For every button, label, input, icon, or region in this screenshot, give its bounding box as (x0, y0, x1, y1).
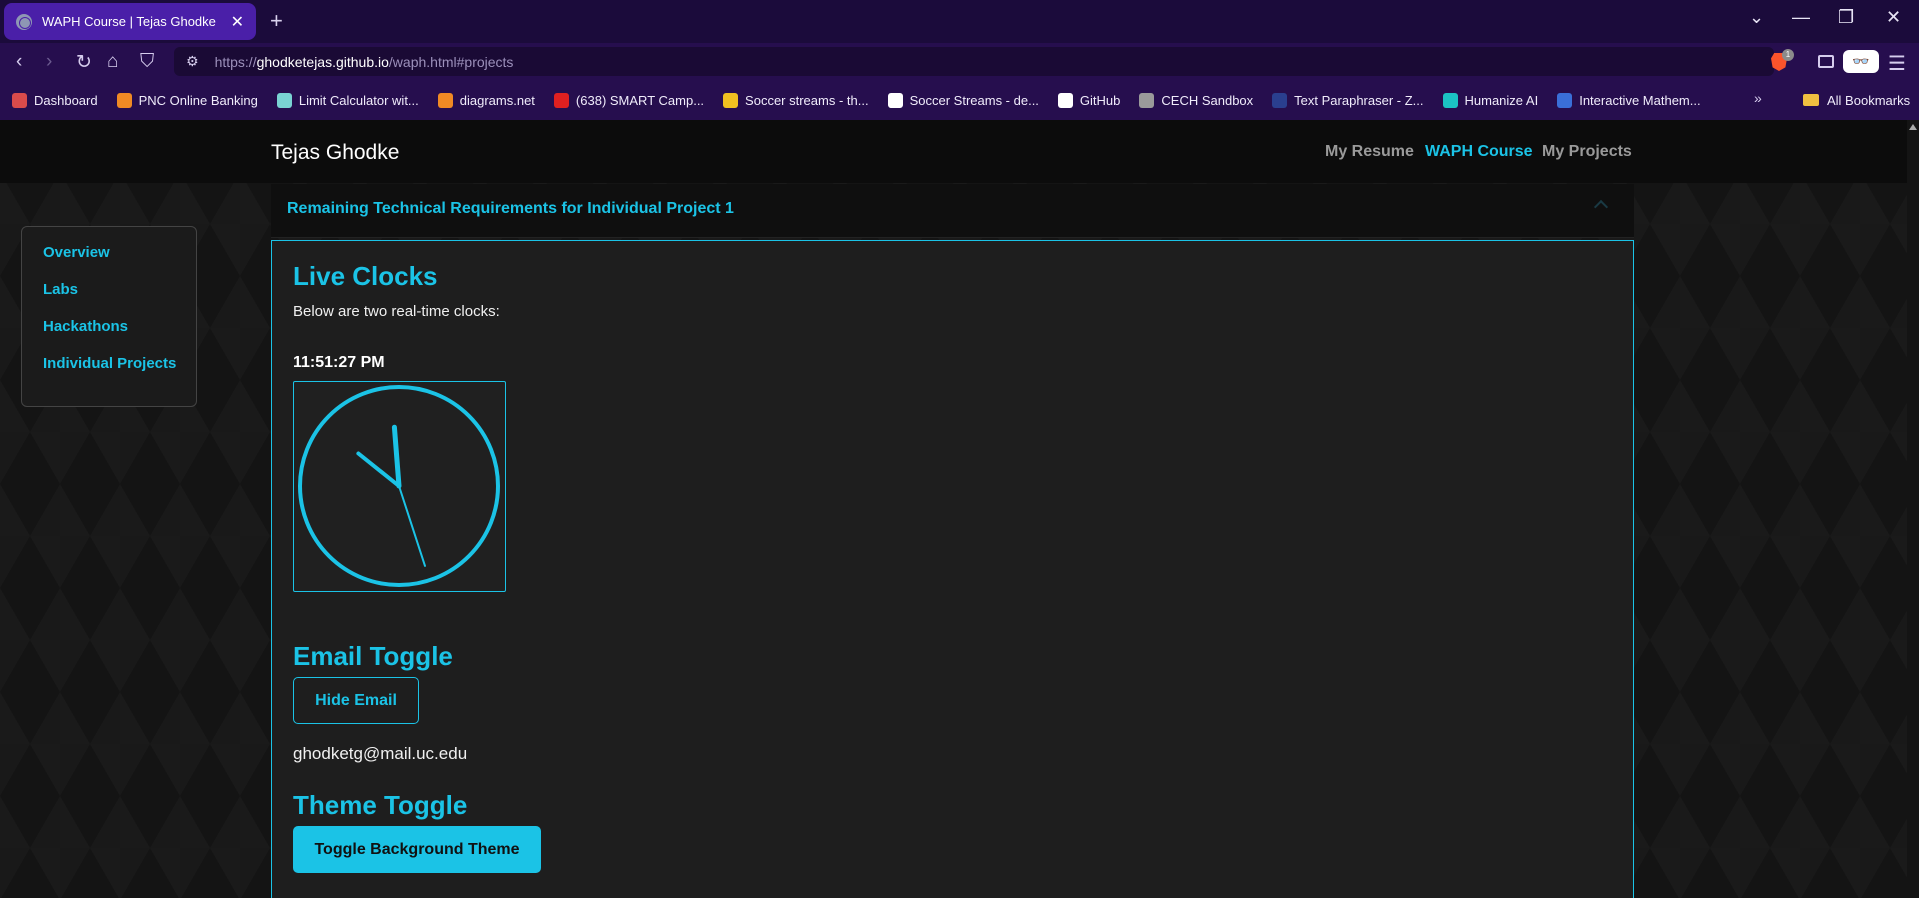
bookmark-favicon-icon (437, 92, 453, 108)
home-icon[interactable]: ⌂ (107, 51, 118, 73)
sidebar-toggle-icon[interactable] (1818, 55, 1834, 68)
menu-icon[interactable]: ☰ (1888, 51, 1906, 76)
close-window-icon[interactable]: ✕ (1886, 7, 1901, 28)
site-brand[interactable]: Tejas Ghodke (271, 141, 399, 165)
site-header: Tejas Ghodke My Resume WAPH Course My Pr… (0, 120, 1907, 183)
bookmark-label: Soccer Streams - de... (909, 92, 1039, 108)
nav-my-projects[interactable]: My Projects (1542, 143, 1632, 161)
more-bookmarks-icon[interactable]: » (1754, 90, 1762, 106)
bookmark-favicon-icon (276, 92, 292, 108)
bookmark-item[interactable]: CECH Sandbox (1139, 92, 1254, 108)
browser-tab-bar: WAPH Course | Tejas Ghodke ✕ + ⌄ — ❐ ✕ (0, 0, 1919, 43)
bookmark-label: Limit Calculator wit... (298, 92, 419, 108)
folder-icon (1803, 94, 1819, 106)
address-bar-row: ‹ › ↻ ⌂ ⛉ ⚙ https://ghodketejas.github.i… (0, 43, 1919, 80)
page-scrollbar[interactable] (1907, 120, 1919, 898)
sidebar-item-hackathons[interactable]: Hackathons (43, 318, 196, 355)
section-sidebar: Overview Labs Hackathons Individual Proj… (21, 226, 197, 407)
page-viewport: Tejas Ghodke My Resume WAPH Course My Pr… (0, 120, 1919, 898)
minimize-icon[interactable]: — (1792, 7, 1810, 28)
bookmark-label: (638) SMART Camp... (575, 92, 705, 108)
digital-clock: 11:51:27 PM (293, 354, 385, 371)
clock-face-graphic (298, 385, 500, 587)
bookmark-item[interactable]: PNC Online Banking (116, 92, 258, 108)
bookmark-favicon-icon (1139, 92, 1155, 108)
tab-search-icon[interactable]: ⌄ (1749, 7, 1764, 28)
bookmark-favicon-icon (1057, 92, 1073, 108)
all-bookmarks-button[interactable]: All Bookmarks (1803, 80, 1910, 120)
clocks-description: Below are two real-time clocks: (293, 303, 500, 320)
sidebar-item-individual-projects[interactable]: Individual Projects (43, 355, 196, 392)
back-icon[interactable]: ‹ (16, 51, 22, 73)
all-bookmarks-label: All Bookmarks (1827, 92, 1911, 108)
bookmark-label: Humanize AI (1464, 92, 1539, 108)
bookmark-label: Dashboard (34, 92, 98, 108)
restore-icon[interactable]: ❐ (1838, 7, 1854, 28)
bookmark-item[interactable]: Humanize AI (1442, 92, 1539, 108)
hide-email-button[interactable]: Hide Email (293, 677, 419, 724)
bookmark-item[interactable]: Soccer streams - th... (723, 92, 869, 108)
globe-icon (16, 13, 32, 30)
accordion-header[interactable]: Remaining Technical Requirements for Ind… (271, 184, 1634, 238)
url-text: https://ghodketejas.github.io/waph.html#… (214, 53, 514, 70)
bookmark-favicon-icon (1442, 92, 1458, 108)
bookmark-label: Soccer streams - th... (745, 92, 869, 108)
bookmark-item[interactable]: Interactive Mathem... (1557, 92, 1701, 108)
active-tab[interactable]: WAPH Course | Tejas Ghodke ✕ (4, 3, 256, 40)
bookmark-label: CECH Sandbox (1161, 92, 1254, 108)
bookmark-favicon-icon (1557, 92, 1573, 108)
tab-title: WAPH Course | Tejas Ghodke (42, 14, 216, 29)
bookmark-item[interactable]: Limit Calculator wit... (276, 92, 419, 108)
bookmark-favicon-icon (12, 92, 27, 108)
bookmark-icon[interactable]: ⛉ (140, 51, 154, 73)
hour-hand (391, 424, 402, 489)
bookmark-label: Interactive Mathem... (1579, 92, 1701, 108)
shields-count-badge: 1 (1782, 49, 1794, 61)
bookmark-label: Text Paraphraser - Z... (1294, 92, 1424, 108)
theme-toggle-heading: Theme Toggle (293, 790, 468, 820)
forward-icon[interactable]: › (46, 51, 52, 73)
accordion-title: Remaining Technical Requirements for Ind… (287, 200, 734, 217)
minute-hand (356, 451, 401, 488)
bookmark-favicon-icon (553, 92, 569, 108)
bookmark-label: diagrams.net (459, 92, 535, 108)
bookmark-item[interactable]: Text Paraphraser - Z... (1272, 92, 1424, 108)
bookmark-label: GitHub (1079, 92, 1121, 108)
email-toggle-heading: Email Toggle (293, 641, 453, 671)
bookmark-favicon-icon (723, 92, 739, 108)
nav-my-resume[interactable]: My Resume (1325, 143, 1414, 161)
bookmark-item[interactable]: (638) SMART Camp... (553, 92, 705, 108)
bookmark-item[interactable]: Dashboard (12, 92, 98, 108)
bookmark-label: PNC Online Banking (138, 92, 258, 108)
chevron-up-icon (1593, 199, 1609, 215)
bookmark-item[interactable]: Soccer Streams - de... (887, 92, 1039, 108)
bookmark-favicon-icon (1272, 92, 1288, 108)
second-hand (398, 485, 426, 567)
bookmark-favicon-icon (887, 92, 903, 108)
toggle-theme-button[interactable]: Toggle Background Theme (293, 826, 541, 873)
url-field[interactable]: ⚙ https://ghodketejas.github.io/waph.htm… (174, 47, 1774, 76)
close-tab-icon[interactable]: ✕ (231, 12, 244, 32)
live-clocks-heading: Live Clocks (293, 261, 438, 291)
sidebar-item-overview[interactable]: Overview (43, 244, 196, 281)
email-text: ghodketg@mail.uc.edu (293, 744, 468, 763)
bookmark-item[interactable]: diagrams.net (437, 92, 535, 108)
new-tab-button[interactable]: + (270, 8, 283, 34)
scroll-up-icon[interactable] (1909, 124, 1917, 130)
bookmarks-bar: Dashboard PNC Online Banking Limit Calcula… (0, 80, 1919, 120)
accordion-body: Live Clocks Below are two real-time cloc… (271, 240, 1634, 898)
vpn-icon[interactable]: 👓 (1843, 50, 1879, 73)
reload-icon[interactable]: ↻ (76, 51, 92, 74)
sidebar-item-labs[interactable]: Labs (43, 281, 196, 318)
bookmark-item[interactable]: GitHub (1057, 92, 1121, 108)
analog-clock (293, 381, 506, 592)
bookmark-favicon-icon (116, 92, 132, 108)
nav-waph-course[interactable]: WAPH Course (1425, 143, 1533, 161)
site-settings-icon[interactable]: ⚙ (186, 53, 199, 70)
